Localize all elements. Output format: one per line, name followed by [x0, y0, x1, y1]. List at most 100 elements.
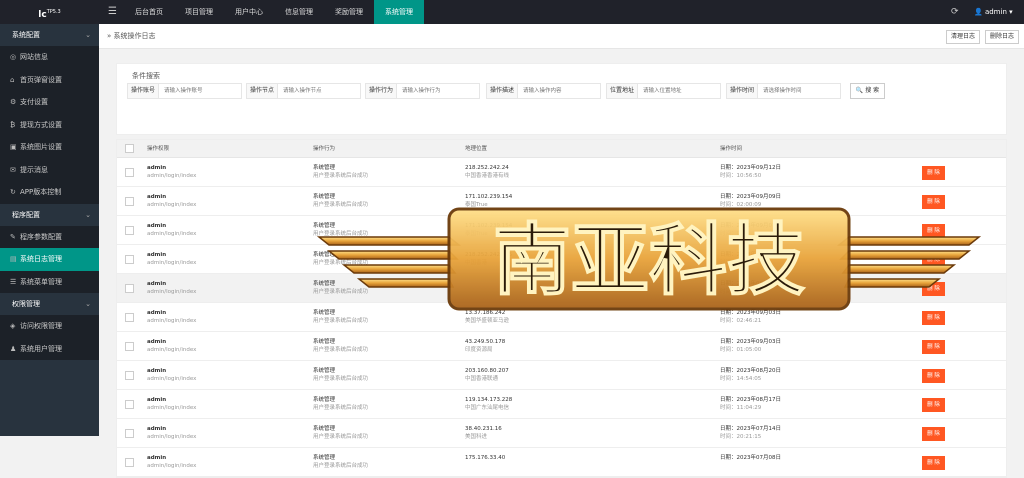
settings-icon: ⚙ — [10, 98, 17, 106]
cell-action-desc: 用户登录系统后台成功 — [313, 347, 369, 353]
row-checkbox[interactable] — [125, 255, 134, 264]
search-input[interactable] — [518, 84, 597, 98]
cell-clock: 时间：01:05:00 — [720, 347, 762, 353]
search-button-label: 搜 索 — [865, 87, 880, 94]
cell-date: 日期：2023年07月08日 — [720, 455, 781, 461]
sidebar-item-label: 系统用户管理 — [20, 344, 62, 353]
row-checkbox[interactable] — [125, 400, 134, 409]
search-input[interactable] — [638, 84, 717, 98]
cell-action-desc: 用户登录系统后台成功 — [313, 173, 369, 179]
cell-action-name: 系统管理 — [313, 455, 336, 461]
topnav-item[interactable]: 用户中心 — [224, 0, 274, 24]
cell-permission: admin admin/login/index — [147, 251, 196, 267]
search-input[interactable] — [278, 84, 357, 98]
sidebar-group[interactable]: 系统配置 ⌄ — [0, 24, 99, 46]
cell-user: admin — [147, 455, 167, 461]
cell-clock: 时间：10:56:50 — [720, 173, 762, 179]
row-checkbox[interactable] — [125, 197, 134, 206]
currency-icon: ₿ — [10, 120, 16, 129]
sidebar-item[interactable]: ₿ 提现方式设置 — [0, 113, 99, 136]
row-checkbox[interactable] — [125, 168, 134, 177]
row-checkbox[interactable] — [125, 284, 134, 293]
sidebar-item[interactable]: ♟ 系统用户管理 — [0, 337, 99, 360]
cell-action-desc: 用户登录系统后台成功 — [313, 376, 369, 382]
delete-button[interactable]: 删 除 — [922, 369, 945, 383]
topnav-item[interactable]: 奖励管理 — [324, 0, 374, 24]
user-avatar-icon: 👤 — [974, 8, 983, 16]
row-checkbox[interactable] — [125, 371, 134, 380]
cell-date: 日期：2023年08月17日 — [720, 397, 781, 403]
delete-button[interactable]: 删 除 — [922, 340, 945, 354]
cell-node: admin/login/index — [147, 289, 197, 295]
cell-user: admin — [147, 194, 167, 200]
topnav-item[interactable]: 信息管理 — [274, 0, 324, 24]
search-field: 操作行为 — [365, 83, 480, 99]
row-checkbox[interactable] — [125, 429, 134, 438]
delete-button[interactable]: 删 除 — [922, 427, 945, 441]
user-name: admin — [984, 8, 1007, 16]
cell-user: admin — [147, 281, 167, 287]
watermark-logo: 南亚科技 — [316, 207, 982, 311]
search-field-label: 操作节点 — [247, 84, 279, 98]
search-field-label: 操作时间 — [727, 84, 759, 98]
sidebar-item[interactable]: ◎ 网站信息 — [0, 46, 99, 69]
sidebar-group-label: 程序配置 — [12, 210, 40, 219]
user-menu[interactable]: 👤 admin ▾ — [974, 0, 1013, 24]
search-card: 条件搜索 操作账号 操作节点 操作行为 操作描述 位置地址 操作时间 🔍 搜 索 — [116, 63, 1007, 135]
cell-user: admin — [147, 339, 167, 345]
sidebar-item-label: 首页弹窗设置 — [20, 75, 62, 84]
search-input[interactable] — [159, 84, 238, 98]
delete-button[interactable]: 删 除 — [922, 456, 945, 470]
topnav-item[interactable]: 后台首页 — [124, 0, 174, 24]
topnav-item[interactable]: 系统管理 — [374, 0, 424, 24]
select-all-checkbox[interactable] — [125, 144, 134, 153]
sync-icon: ↻ — [10, 188, 16, 196]
sidebar-item[interactable]: ✉ 提示消息 — [0, 158, 99, 181]
cell-date: 日期：2023年09月12日 — [720, 165, 781, 171]
search-input[interactable] — [758, 84, 837, 98]
refresh-icon[interactable]: ⟳ — [951, 0, 959, 24]
sidebar-item-label: 系统菜单管理 — [20, 277, 62, 286]
cell-node: admin/login/index — [147, 376, 197, 382]
header-time: 操作时间 — [720, 146, 743, 152]
row-checkbox[interactable] — [125, 226, 134, 235]
cell-node: admin/login/index — [147, 405, 197, 411]
sidebar-item[interactable]: ⌂ 首页弹窗设置 — [0, 68, 99, 91]
search-field-label: 操作行为 — [366, 84, 398, 98]
clear-log-button[interactable]: 清理日志 — [946, 30, 981, 44]
sidebar-item[interactable]: ◈ 访问权限管理 — [0, 315, 99, 338]
cell-action: 系统管理 用户登录系统后台成功 — [313, 425, 368, 441]
app-logo[interactable]: lcTP5.3 — [0, 0, 99, 24]
hamburger-menu-icon[interactable]: ☰ — [108, 0, 117, 24]
sidebar-item[interactable]: ⚙ 支付设置 — [0, 91, 99, 114]
search-input[interactable] — [397, 84, 476, 98]
cell-geo: 美国科进 — [465, 434, 488, 440]
sidebar-item[interactable]: ✎ 程序参数配置 — [0, 225, 99, 248]
page-header: » 系统操作日志 清理日志 删除日志 — [99, 24, 1024, 49]
search-button[interactable]: 🔍 搜 索 — [850, 83, 885, 99]
sidebar-item[interactable]: ↻ APP版本控制 — [0, 181, 99, 204]
row-checkbox[interactable] — [125, 342, 134, 351]
cell-permission: admin admin/login/index — [147, 396, 196, 412]
search-field-label: 操作账号 — [128, 84, 160, 98]
sidebar-group[interactable]: 权限管理 ⌄ — [0, 293, 99, 315]
cell-time: 日期：2023年09月03日 时间：01:05:00 — [720, 338, 781, 354]
cell-permission: admin admin/login/index — [147, 193, 196, 209]
sidebar-item[interactable]: ▤ 系统日志管理 — [0, 248, 99, 271]
cell-time: 日期：2023年09月12日 时间：10:56:50 — [720, 164, 781, 180]
cell-permission: admin admin/login/index — [147, 280, 196, 296]
delete-button[interactable]: 删 除 — [922, 398, 945, 412]
delete-button[interactable]: 删 除 — [922, 166, 945, 180]
sidebar-item[interactable]: ▣ 系统图片设置 — [0, 136, 99, 159]
row-checkbox[interactable] — [125, 313, 134, 322]
sidebar-group[interactable]: 程序配置 ⌄ — [0, 203, 99, 226]
row-checkbox[interactable] — [125, 458, 134, 467]
topnav-item[interactable]: 项目管理 — [174, 0, 224, 24]
cell-date: 日期：2023年08月20日 — [720, 368, 781, 374]
chevron-down-icon: ⌄ — [85, 31, 91, 39]
cell-ip: 218.252.242.24 — [465, 165, 509, 171]
sidebar-item[interactable]: ☰ 系统菜单管理 — [0, 270, 99, 293]
cell-node: admin/login/index — [147, 434, 197, 440]
delete-log-button[interactable]: 删除日志 — [985, 30, 1020, 44]
cell-action-name: 系统管理 — [313, 368, 336, 374]
